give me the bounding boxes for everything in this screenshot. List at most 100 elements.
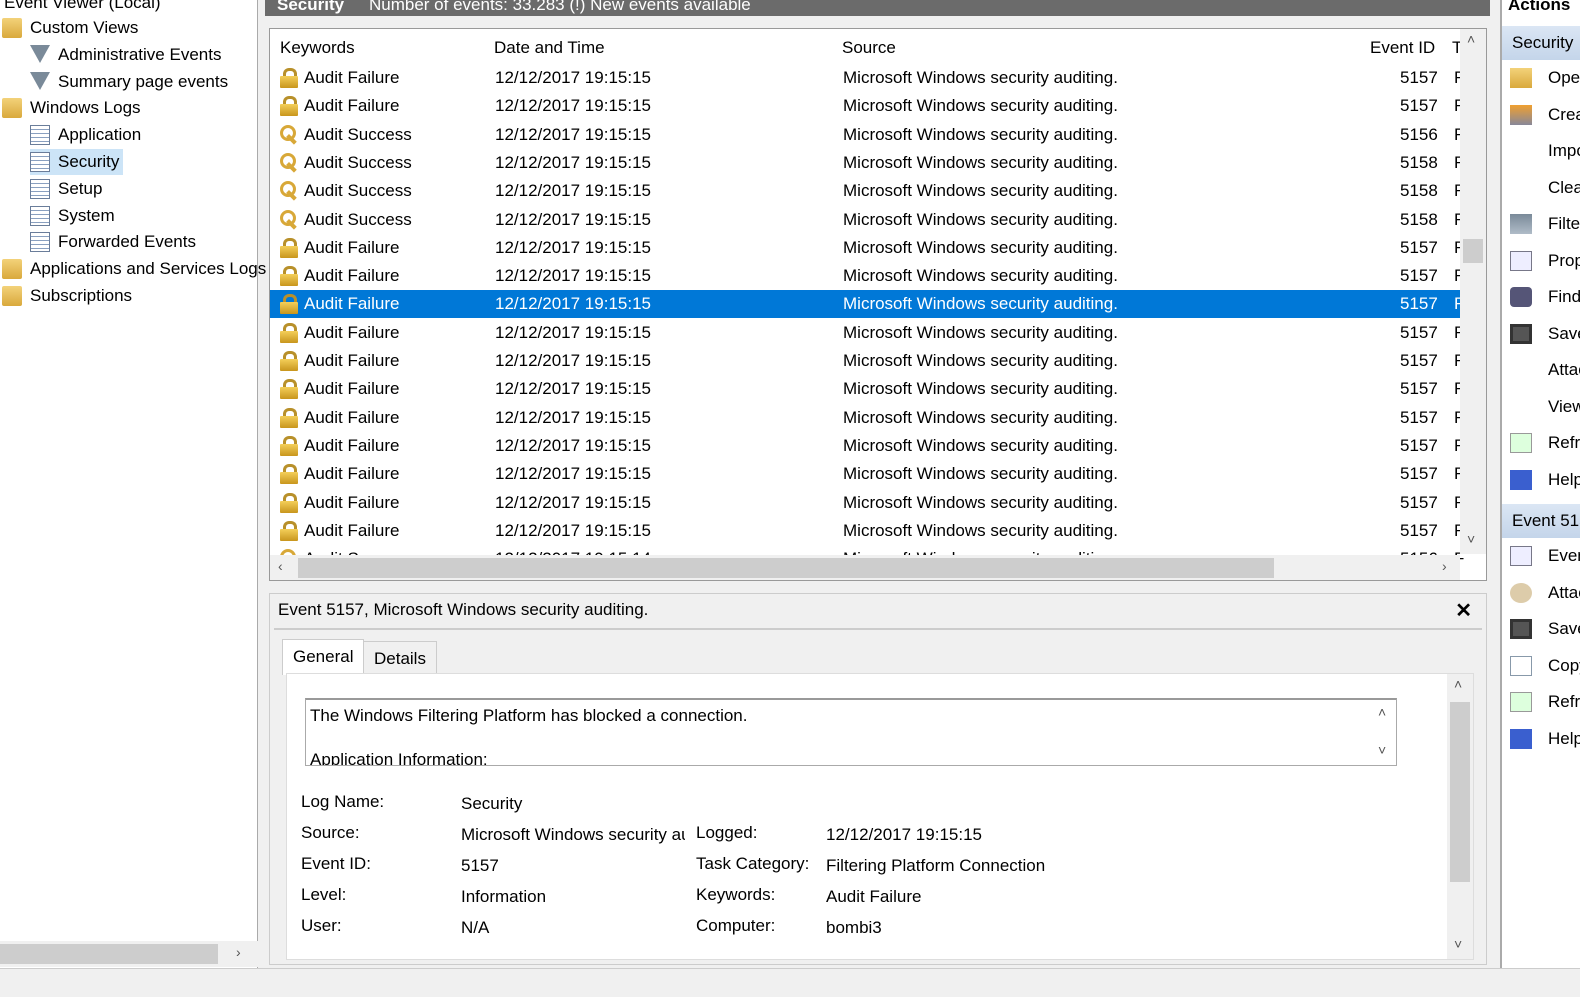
- action-label: Help: [1548, 728, 1580, 748]
- event-row[interactable]: Audit Success 12/12/2017 19:15:15 Microsof…: [270, 177, 1464, 205]
- lock-icon: [280, 435, 298, 456]
- action-import-custom-view[interactable]: Import Custom View...: [1502, 133, 1580, 169]
- scroll-thumb[interactable]: [298, 558, 1274, 578]
- grid-horizontal-scrollbar[interactable]: ‹ ›: [270, 555, 1460, 580]
- event-row[interactable]: Audit Success 12/12/2017 19:15:15 Microsof…: [270, 121, 1464, 149]
- source-cell: Microsoft Windows security auditing.: [843, 379, 1118, 399]
- event-row[interactable]: Audit Failure 12/12/2017 19:15:15 Microsof…: [270, 489, 1464, 517]
- action-copy[interactable]: Copy: [1502, 648, 1580, 684]
- scroll-thumb[interactable]: [1463, 239, 1483, 263]
- event-id-cell: 5157: [1400, 68, 1438, 87]
- folder-log-icon: [2, 98, 22, 119]
- action-save-selected-events[interactable]: Save Selected Events...: [1502, 611, 1580, 647]
- tree-root-label: Event Viewer (Local): [4, 0, 161, 12]
- action-label: Event Properties: [1548, 546, 1580, 565]
- action-refresh[interactable]: Refresh: [1502, 425, 1580, 461]
- event-id-cell: 5157: [1400, 379, 1438, 399]
- tree-item-windows-logs[interactable]: Windows Logs: [2, 95, 141, 121]
- scroll-thumb[interactable]: [0, 944, 218, 964]
- tree-item-application[interactable]: Application: [30, 122, 141, 148]
- tree-item-label: Administrative Events: [58, 44, 222, 64]
- action-refresh[interactable]: Refresh: [1502, 684, 1580, 720]
- tree-item-applications-and-services-logs[interactable]: Applications and Services Logs: [2, 256, 266, 282]
- action-attach-task-to-this-event[interactable]: Attach Task To This Event...: [1502, 575, 1580, 611]
- help-icon: [1510, 469, 1532, 490]
- tree-item-forwarded-events[interactable]: Forwarded Events: [30, 229, 196, 255]
- action-filter-current-log[interactable]: Filter Current Log...: [1502, 206, 1580, 242]
- tab-details[interactable]: Details: [363, 641, 437, 675]
- action-help[interactable]: Help: [1502, 721, 1580, 757]
- event-row[interactable]: Audit Failure 12/12/2017 19:15:15 Microsof…: [270, 404, 1464, 432]
- scroll-right-icon[interactable]: ›: [1442, 558, 1447, 574]
- action-create-custom-view[interactable]: Create Custom View...: [1502, 97, 1580, 133]
- source-cell: Microsoft Windows security auditing.: [843, 435, 1118, 455]
- date-time-cell: 12/12/2017 19:15:15: [495, 96, 651, 116]
- scroll-up-icon[interactable]: ˄: [1467, 31, 1475, 47]
- create-filter-icon: [1510, 104, 1532, 125]
- scroll-down-icon[interactable]: ˅: [1378, 742, 1386, 758]
- scroll-down-icon[interactable]: ˅: [1454, 936, 1462, 952]
- event-row[interactable]: Audit Failure 12/12/2017 19:15:15 Microsof…: [270, 234, 1464, 262]
- action-label: Find...: [1548, 287, 1580, 306]
- action-label: Copy: [1548, 655, 1580, 675]
- source-cell: Microsoft Windows security auditing.: [843, 266, 1118, 286]
- action-help[interactable]: Help: [1502, 462, 1580, 498]
- event-row[interactable]: Audit Failure 12/12/2017 19:15:15 Microsof…: [270, 92, 1464, 120]
- action-event-properties[interactable]: Event Properties: [1502, 538, 1580, 574]
- event-row[interactable]: Audit Failure 12/12/2017 19:15:15 Microsof…: [270, 319, 1464, 347]
- action-attach-a-task-to-this-log[interactable]: Attach a Task To this Log...: [1502, 352, 1580, 388]
- actions-section-header[interactable]: Security: [1502, 26, 1580, 60]
- event-row[interactable]: Audit Success 12/12/2017 19:15:15 Microsof…: [270, 206, 1464, 234]
- action-label: Import Custom View...: [1548, 141, 1580, 160]
- lock-icon: [280, 68, 298, 88]
- event-row[interactable]: Audit Failure 12/12/2017 19:15:15 Microsof…: [270, 262, 1464, 290]
- tree-item-security[interactable]: Security: [30, 149, 124, 175]
- action-properties[interactable]: Properties: [1502, 243, 1580, 279]
- tree-item-administrative-events[interactable]: Administrative Events: [30, 42, 221, 68]
- tree-item-subscriptions[interactable]: Subscriptions: [2, 283, 132, 309]
- action-clear-log[interactable]: Clear Log...: [1502, 170, 1580, 206]
- scroll-up-icon[interactable]: ˄: [1454, 676, 1462, 692]
- action-find[interactable]: Find...: [1502, 279, 1580, 315]
- event-id-value: 5157: [461, 856, 499, 875]
- filter-icon: [30, 71, 50, 92]
- event-row[interactable]: Audit Failure 12/12/2017 19:15:15 Microsof…: [270, 347, 1464, 375]
- close-detail-button[interactable]: ✕: [1455, 598, 1472, 623]
- event-row[interactable]: Audit Failure 12/12/2017 19:15:15 Microsof…: [270, 64, 1464, 92]
- date-time-cell: 12/12/2017 19:15:15: [495, 379, 651, 399]
- scroll-thumb[interactable]: [1450, 702, 1470, 882]
- tree-item-setup[interactable]: Setup: [30, 176, 102, 202]
- action-open-saved-log[interactable]: Open Saved Log...: [1502, 60, 1580, 96]
- actions-section-header[interactable]: Event 5157, Microsoft Windows security a…: [1502, 504, 1580, 538]
- column-source[interactable]: Source: [842, 33, 896, 63]
- tree-root[interactable]: Event Viewer (Local): [4, 0, 161, 16]
- grid-vertical-scrollbar[interactable]: ˄ ˅: [1460, 29, 1486, 554]
- event-row[interactable]: Audit Failure 12/12/2017 19:15:15 Microsof…: [270, 290, 1464, 319]
- tree-item-summary-page-events[interactable]: Summary page events: [30, 69, 228, 95]
- event-row[interactable]: Audit Failure 12/12/2017 19:15:15 Microsof…: [270, 375, 1464, 403]
- scroll-up-icon[interactable]: ˄: [1378, 704, 1386, 720]
- event-row[interactable]: Audit Failure 12/12/2017 19:15:15 Microsof…: [270, 517, 1464, 545]
- event-row[interactable]: Audit Success 12/12/2017 19:15:15 Microsof…: [270, 149, 1464, 177]
- event-id-cell: 5157: [1400, 435, 1438, 455]
- column-event-id[interactable]: Event ID: [1370, 33, 1435, 63]
- lock-icon: [280, 96, 298, 117]
- scroll-right-icon[interactable]: ›: [236, 944, 241, 960]
- tree-item-system[interactable]: System: [30, 203, 115, 229]
- event-description[interactable]: The Windows Filtering Platform has block…: [305, 698, 1397, 766]
- tab-general[interactable]: General: [282, 639, 365, 675]
- action-save-all-events-as[interactable]: Save All Events As...: [1502, 316, 1580, 352]
- tree-item-custom-views[interactable]: Custom Views: [2, 15, 138, 41]
- column-keywords[interactable]: Keywords: [280, 33, 355, 63]
- scroll-down-icon[interactable]: ˅: [1467, 531, 1475, 547]
- detail-vertical-scrollbar[interactable]: ˄ ˅: [1447, 674, 1473, 959]
- column-date-time[interactable]: Date and Time: [494, 33, 605, 63]
- action-label: Attach Task To This Event...: [1548, 582, 1580, 602]
- lock-icon: [280, 520, 298, 541]
- keywords-cell: Audit Failure: [304, 294, 400, 314]
- scroll-left-icon[interactable]: ‹: [278, 558, 283, 574]
- action-view[interactable]: View: [1502, 389, 1580, 425]
- event-row[interactable]: Audit Failure 12/12/2017 19:15:15 Microsof…: [270, 460, 1464, 488]
- event-row[interactable]: Audit Failure 12/12/2017 19:15:15 Microsof…: [270, 432, 1464, 460]
- tree-horizontal-scrollbar[interactable]: ›: [0, 941, 258, 967]
